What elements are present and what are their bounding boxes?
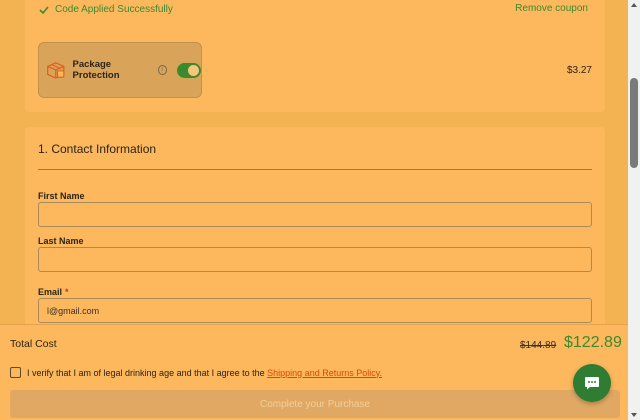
package-protection-box: Package Protection i <box>38 42 202 98</box>
section-divider <box>38 169 592 170</box>
checkout-footer: Total Cost $144.89 $122.89 I verify that… <box>0 324 628 420</box>
total-cost-label: Total Cost <box>10 338 57 350</box>
checkout-page: Code Applied Successfully Remove coupon … <box>0 0 628 420</box>
info-icon[interactable]: i <box>157 65 167 75</box>
section-title: 1. Contact Information <box>38 142 157 156</box>
chat-icon <box>585 377 599 390</box>
package-protection-toggle[interactable] <box>176 62 201 78</box>
email-field[interactable] <box>38 298 592 323</box>
age-verification-row: I verify that I am of legal drinking age… <box>10 367 382 378</box>
last-name-field[interactable] <box>38 247 592 272</box>
chat-launcher-button[interactable] <box>573 364 611 402</box>
check-icon <box>39 5 49 14</box>
last-name-label: Last Name <box>38 236 84 246</box>
age-verification-checkbox[interactable] <box>10 367 21 378</box>
first-name-field[interactable] <box>38 202 592 227</box>
package-protection-price: $3.27 <box>566 65 592 76</box>
scrollbar-thumb[interactable] <box>630 78 638 168</box>
order-summary-card: Code Applied Successfully Remove coupon … <box>25 0 605 112</box>
scroll-up-arrow-icon[interactable] <box>631 3 637 7</box>
shipping-returns-policy-link[interactable]: Shipping and Returns Policy. <box>267 368 382 378</box>
original-price: $144.89 <box>520 340 557 351</box>
package-box-icon <box>47 62 65 79</box>
toggle-knob <box>188 64 199 76</box>
age-verification-text: I verify that I am of legal drinking age… <box>27 368 382 378</box>
coupon-applied-text: Code Applied Successfully <box>55 4 173 15</box>
package-protection-label: Package Protection <box>72 59 120 81</box>
remove-coupon-link[interactable]: Remove coupon <box>515 3 588 14</box>
email-label: Email * <box>38 287 69 297</box>
discounted-price: $122.89 <box>564 334 622 351</box>
scroll-down-arrow-icon[interactable] <box>631 413 637 417</box>
complete-purchase-button[interactable]: Complete your Purchase <box>10 390 620 418</box>
page-scrollbar[interactable] <box>628 0 640 420</box>
coupon-applied-message: Code Applied Successfully <box>39 4 173 15</box>
required-marker: * <box>65 287 69 297</box>
first-name-label: First Name <box>38 191 85 201</box>
email-label-text: Email <box>38 287 63 297</box>
verify-text: I verify that I am of legal drinking age… <box>27 367 268 378</box>
